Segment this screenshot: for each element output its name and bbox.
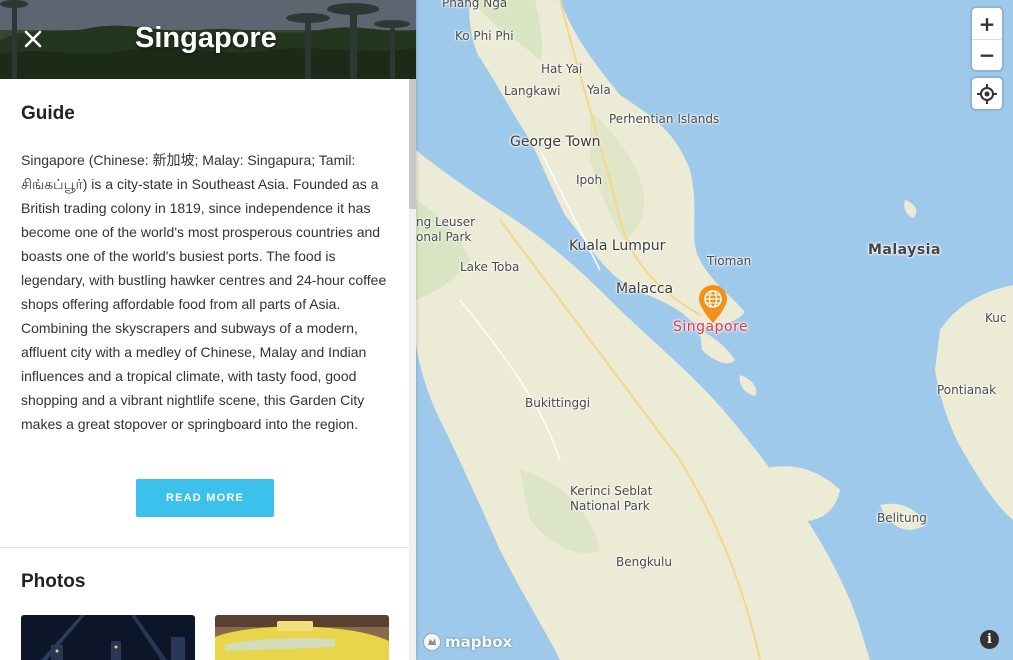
map-label-gunung-leuser-1: ng Leuser (416, 215, 476, 229)
map-label-belitung: Belitung (877, 511, 927, 525)
photos-heading: Photos (21, 571, 86, 592)
map-label-yala: Yala (587, 83, 611, 97)
guide-heading: Guide (21, 103, 75, 124)
section-divider (0, 547, 410, 548)
map-label-bukittinggi: Bukittinggi (525, 396, 591, 410)
photo-thumbnail-skyline[interactable] (21, 615, 195, 660)
map-label-langkawi: Langkawi (504, 84, 561, 98)
photo-taxi-image (215, 615, 389, 660)
mapbox-logo-icon (423, 633, 441, 651)
location-marker-icon[interactable] (698, 284, 728, 324)
mapbox-logo[interactable]: mapbox (422, 632, 512, 652)
map-label-kuching: Kuc (985, 311, 1007, 325)
crosshair-icon (977, 83, 997, 104)
zoom-in-button[interactable]: + (972, 8, 1002, 39)
scrollbar-thumb[interactable] (409, 79, 416, 209)
map-label-malaysia: Malaysia (868, 242, 941, 258)
map-label-phang-nga: Phang Nga (442, 0, 508, 10)
map-label-kerinci-2: National Park (570, 499, 650, 513)
map-label-ko-phi-phi: Ko Phi Phi (455, 29, 514, 43)
hero-banner: Singapore (0, 0, 416, 79)
sidebar-scrollbar[interactable] (409, 79, 416, 660)
map-label-ipoh: Ipoh (576, 173, 603, 187)
page-title: Singapore (135, 22, 277, 54)
map-label-kuala-lumpur: Kuala Lumpur (569, 238, 666, 254)
map-label-george-town: George Town (510, 134, 601, 150)
mapbox-logo-text: mapbox (445, 633, 513, 651)
zoom-out-button[interactable]: − (972, 39, 1002, 70)
map-label-malacca: Malacca (616, 281, 674, 297)
map-label-bengkulu: Bengkulu (616, 555, 672, 569)
guide-description: Singapore (Chinese: 新加坡; Malay: Singapur… (21, 152, 387, 432)
geolocate-button[interactable] (972, 78, 1002, 109)
attribution-info-button[interactable]: i (980, 630, 999, 649)
map-label-perhentian: Perhentian Islands (609, 112, 720, 126)
sidebar-panel: Singapore Guide Singapore (Chinese: 新加坡;… (0, 0, 416, 660)
map-label-hat-yai: Hat Yai (541, 62, 583, 76)
zoom-control-group: + − (972, 8, 1002, 70)
photo-thumbnail-taxi[interactable] (215, 615, 389, 660)
map-label-lake-toba: Lake Toba (460, 260, 520, 274)
map-label-kerinci-1: Kerinci Seblat (570, 484, 653, 498)
map-label-gunung-leuser-2: onal Park (416, 230, 472, 244)
photo-skyline-image (21, 615, 195, 660)
read-more-button[interactable]: READ MORE (136, 479, 274, 517)
map-label-pontianak: Pontianak (937, 383, 997, 397)
close-icon[interactable] (22, 28, 44, 50)
map-label-tioman: Tioman (707, 254, 752, 268)
